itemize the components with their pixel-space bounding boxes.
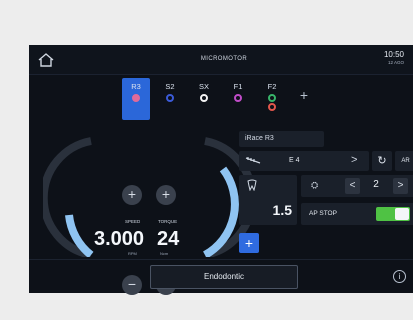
torque-label: TORQUE (158, 219, 178, 224)
program-f1[interactable]: F1 (224, 78, 252, 120)
file-name: E 4 (289, 157, 300, 164)
speed-unit: RPM (128, 251, 137, 256)
torque-value: 24 (157, 228, 180, 250)
limit-decrease-button[interactable]: < (345, 178, 360, 194)
chevron-right-icon: > (351, 154, 358, 166)
ar-button[interactable]: AR (395, 151, 413, 171)
bottom-bar: Endodontic i (29, 259, 413, 293)
apex-value: 1.5 (272, 202, 292, 218)
add-button[interactable]: + (239, 233, 259, 253)
program-dot (268, 94, 276, 102)
mode-selector-button[interactable]: Endodontic (150, 265, 298, 289)
apstop-toggle[interactable] (376, 207, 410, 221)
gauge-arcs (43, 137, 253, 257)
tooth-icon (247, 179, 257, 191)
top-bar: MICROMOTOR 10:50 12 AGO (29, 45, 413, 75)
torque-unit: Ncm (160, 251, 169, 256)
file-icon (245, 157, 261, 164)
speed-label: SPEED (125, 219, 141, 224)
apstop-label: AP STOP (309, 210, 337, 217)
add-program-button[interactable]: + (292, 78, 316, 120)
apstop-row: AP STOP (301, 203, 413, 225)
program-label: S2 (165, 82, 175, 91)
apex-limit-icon: ⛭ (311, 180, 319, 190)
program-label: SX (198, 82, 209, 91)
time-text: 10:50 (383, 50, 404, 59)
page-title: MICROMOTOR (200, 56, 248, 62)
file-selector[interactable]: E 4 > (239, 151, 369, 171)
program-s2[interactable]: S2 (156, 78, 184, 120)
toggle-knob (395, 208, 409, 220)
rotation-icon[interactable]: ↻ (372, 151, 392, 171)
date-text: 12 AGO (387, 60, 404, 65)
program-label: F2 (267, 82, 277, 91)
program-label: R3 (131, 82, 141, 91)
program-label: F1 (233, 82, 243, 91)
torque-plus-button[interactable]: + (156, 185, 176, 205)
limit-value: 2 (373, 179, 379, 190)
apex-display: 1.5 (239, 175, 297, 225)
program-dot (234, 94, 242, 102)
program-list: R3 S2 SX F1 F2 + (122, 78, 316, 120)
limit-increase-button[interactable]: > (393, 178, 408, 194)
speed-plus-button[interactable]: + (122, 185, 142, 205)
clock: 10:50 12 AGO (384, 50, 404, 65)
info-icon[interactable]: i (393, 270, 406, 283)
program-dot (200, 94, 208, 102)
program-sx[interactable]: SX (190, 78, 218, 120)
speed-torque-gauge: + + SPEED TORQUE 3.000 24 RPM Ncm − − (43, 135, 253, 295)
speed-value: 3.000 (94, 228, 145, 250)
apex-limit-control: ⛭ < 2 > (301, 175, 413, 197)
home-icon[interactable] (37, 52, 55, 68)
file-system-label: iRace R3 (239, 131, 324, 147)
program-dot-secondary (268, 103, 276, 111)
micromotor-screen: MICROMOTOR 10:50 12 AGO R3 S2 SX F1 F2 + (29, 45, 413, 295)
program-dot (166, 94, 174, 102)
program-dot (132, 94, 140, 102)
program-r3[interactable]: R3 (122, 78, 150, 120)
program-f2[interactable]: F2 (258, 78, 286, 120)
